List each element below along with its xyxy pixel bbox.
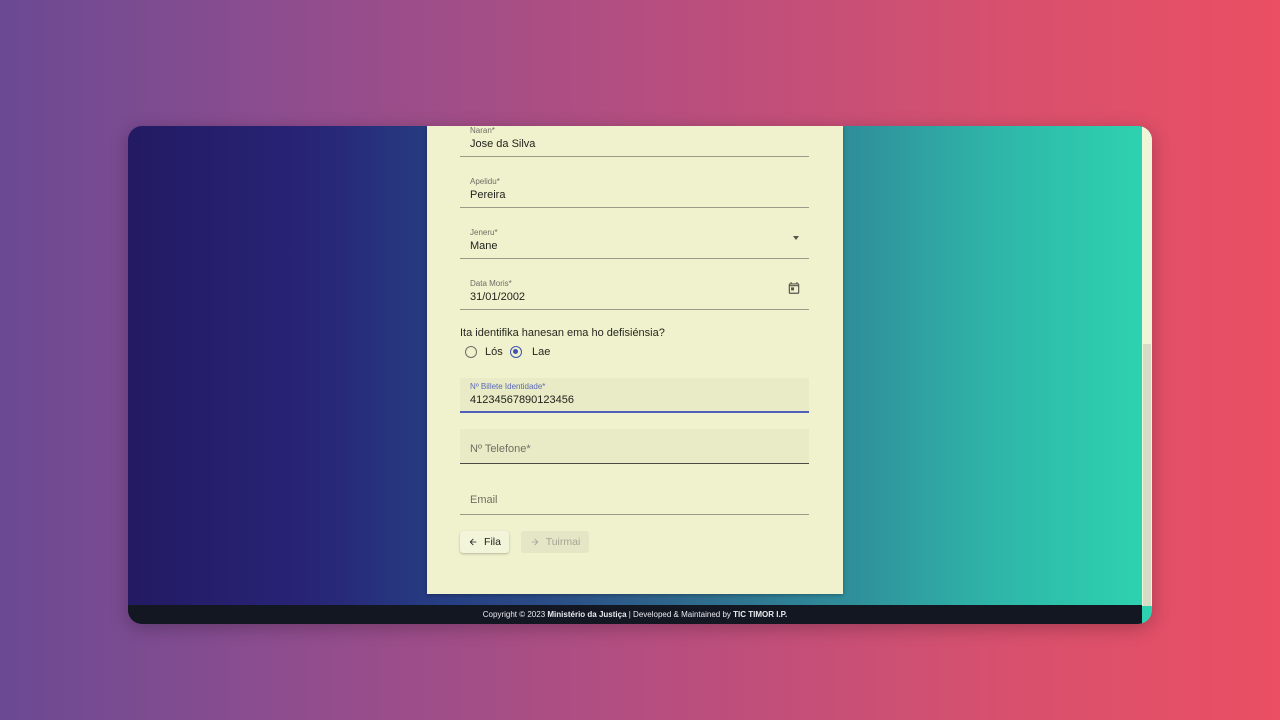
scrollbar-thumb[interactable]: [1143, 344, 1151, 606]
apelidu-label: Apelidu*: [470, 177, 500, 186]
next-button-label: Tuirmai: [545, 536, 581, 548]
bilhete-identidade-label: Nº Billete Identidade*: [470, 382, 546, 391]
radio-lae-label[interactable]: Lae: [532, 346, 550, 358]
footer: Copyright © 2023 Ministério da Justiça |…: [128, 605, 1142, 624]
next-button[interactable]: Tuirmai: [521, 531, 589, 553]
jeneru-label: Jeneru*: [470, 228, 498, 237]
back-button-label: Fila: [484, 536, 501, 548]
email-field[interactable]: Email: [460, 480, 809, 515]
data-moris-field[interactable]: Data Moris* 31/01/2002: [460, 275, 809, 310]
back-button[interactable]: Fila: [460, 531, 509, 553]
arrow-right-icon: [531, 538, 539, 546]
radio-los[interactable]: [465, 346, 477, 358]
naran-label: Naran*: [470, 126, 495, 135]
bilhete-identidade-value: 41234567890123456: [470, 394, 575, 406]
jeneru-value: Mane: [470, 240, 498, 252]
footer-middle: | Developed & Maintained by: [626, 610, 734, 619]
telefone-field[interactable]: Nº Telefone*: [460, 429, 809, 464]
registration-form: Naran* Jose da Silva Apelidu* Pereira Je…: [427, 126, 843, 594]
scrollbar[interactable]: [1142, 126, 1152, 606]
jeneru-select[interactable]: Jeneru* Mane: [460, 224, 809, 259]
footer-copyright: Copyright © 2023: [482, 610, 548, 619]
calendar-icon[interactable]: [787, 281, 801, 295]
email-placeholder: Email: [470, 494, 498, 506]
naran-value: Jose da Silva: [470, 138, 536, 150]
naran-field[interactable]: Naran* Jose da Silva: [460, 126, 809, 157]
data-moris-value: 31/01/2002: [470, 291, 526, 303]
data-moris-label: Data Moris*: [470, 279, 512, 288]
apelidu-value: Pereira: [470, 189, 506, 201]
chevron-down-icon[interactable]: [793, 236, 799, 240]
radio-los-label[interactable]: Lós: [485, 346, 503, 358]
disability-question: Ita identifika hanesan ema ho defisiénsi…: [460, 327, 665, 339]
footer-org: Ministério da Justiça: [547, 610, 627, 619]
app-window: Naran* Jose da Silva Apelidu* Pereira Je…: [128, 126, 1152, 624]
telefone-placeholder: Nº Telefone*: [470, 443, 531, 455]
arrow-left-icon: [469, 538, 477, 546]
radio-lae[interactable]: [510, 346, 522, 358]
footer-maintainer: TIC TIMOR I.P.: [733, 610, 788, 619]
bilhete-identidade-field[interactable]: Nº Billete Identidade* 41234567890123456: [460, 378, 809, 413]
apelidu-field[interactable]: Apelidu* Pereira: [460, 173, 809, 208]
